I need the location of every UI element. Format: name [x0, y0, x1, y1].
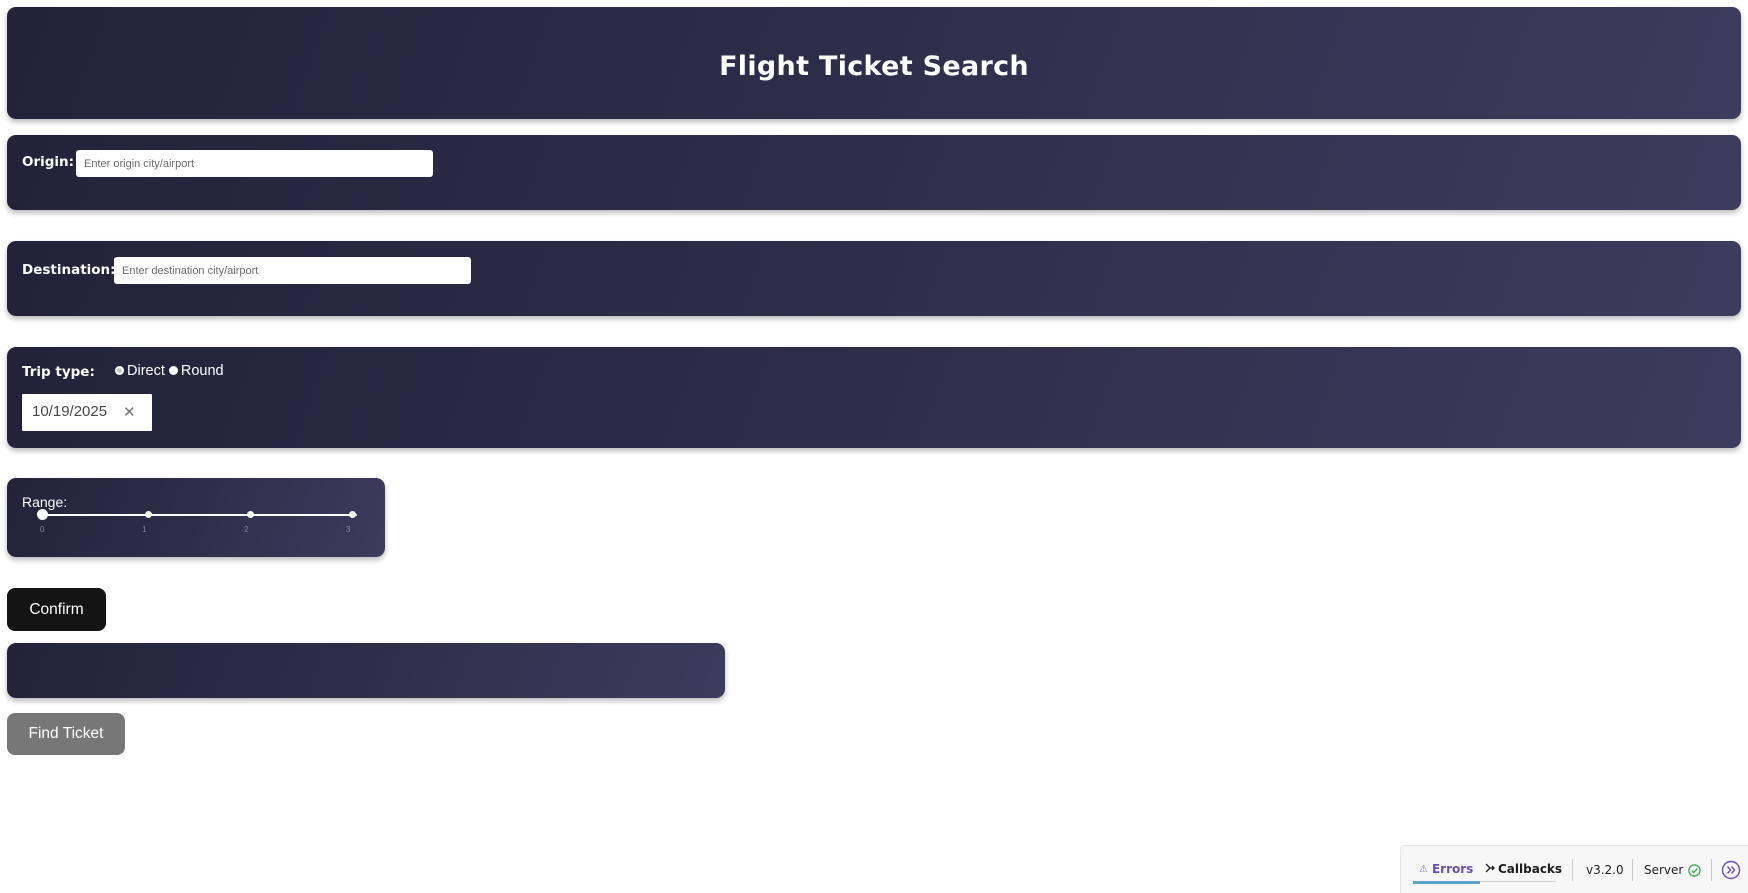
slider-tick-1: 1	[142, 525, 147, 534]
devtools-separator	[1711, 859, 1712, 881]
destination-label: Destination:	[22, 262, 116, 278]
devtools-errors-tab[interactable]: ⚠ Errors	[1419, 862, 1473, 876]
radio-round-label: Round	[180, 363, 224, 379]
check-circle-icon	[1688, 863, 1702, 877]
callbacks-label: Callbacks	[1498, 862, 1563, 876]
devtools-bar: ⚠ Errors Callbacks v3.2.0 Server	[1400, 845, 1748, 893]
radio-round[interactable]: Round	[168, 363, 224, 379]
origin-input[interactable]	[76, 150, 433, 177]
devtools-separator	[1632, 859, 1633, 881]
radio-direct[interactable]: Direct	[115, 363, 165, 379]
date-value[interactable]: 10/19/2025	[32, 403, 107, 420]
range-label: Range:	[22, 494, 68, 510]
origin-label: Origin:	[22, 154, 75, 170]
devtools-callbacks-tab[interactable]: Callbacks	[1485, 862, 1562, 876]
version-label: v3.2.0	[1586, 863, 1624, 877]
range-panel: Range: 0 1 2 3	[7, 478, 385, 557]
destination-input[interactable]	[114, 257, 471, 284]
range-slider-handle[interactable]	[37, 509, 48, 520]
radio-round-indicator[interactable]	[168, 365, 178, 375]
slider-tick-3: 3	[346, 525, 351, 534]
origin-panel: Origin:	[7, 135, 1741, 210]
double-chevron-right-icon[interactable]	[1721, 860, 1741, 880]
radio-direct-indicator[interactable]	[115, 365, 124, 375]
close-icon[interactable]: ✕	[123, 403, 136, 421]
page-title: Flight Ticket Search	[719, 51, 1029, 82]
result-panel	[7, 643, 725, 698]
errors-tab-underline	[1413, 881, 1480, 884]
devtools-separator	[1572, 859, 1573, 881]
slider-tick-0: 0	[40, 525, 45, 534]
slider-mark-2[interactable]	[247, 511, 254, 518]
warning-icon: ⚠	[1419, 863, 1428, 875]
callbacks-icon	[1485, 862, 1495, 876]
header-panel: Flight Ticket Search	[7, 7, 1741, 119]
trip-type-label: Trip type:	[22, 364, 95, 380]
date-picker[interactable]: 10/19/2025 ✕	[22, 394, 152, 431]
range-slider-track[interactable]	[42, 514, 357, 516]
slider-tick-2: 2	[244, 525, 249, 534]
errors-label: Errors	[1431, 862, 1474, 876]
trip-panel: Trip type: Direct Round 10/19/2025 ✕	[7, 347, 1741, 448]
server-label: Server	[1644, 863, 1684, 877]
destination-panel: Destination:	[7, 241, 1741, 316]
trip-type-radio-group: Direct Round	[115, 363, 228, 379]
find-ticket-button[interactable]: Find Ticket	[7, 713, 125, 755]
callbacks-tab-underline	[1480, 881, 1556, 882]
slider-mark-3[interactable]	[349, 511, 356, 518]
slider-mark-1[interactable]	[145, 511, 152, 518]
radio-direct-label: Direct	[127, 363, 165, 379]
confirm-button[interactable]: Confirm	[7, 588, 106, 631]
server-status[interactable]: Server	[1644, 863, 1702, 877]
